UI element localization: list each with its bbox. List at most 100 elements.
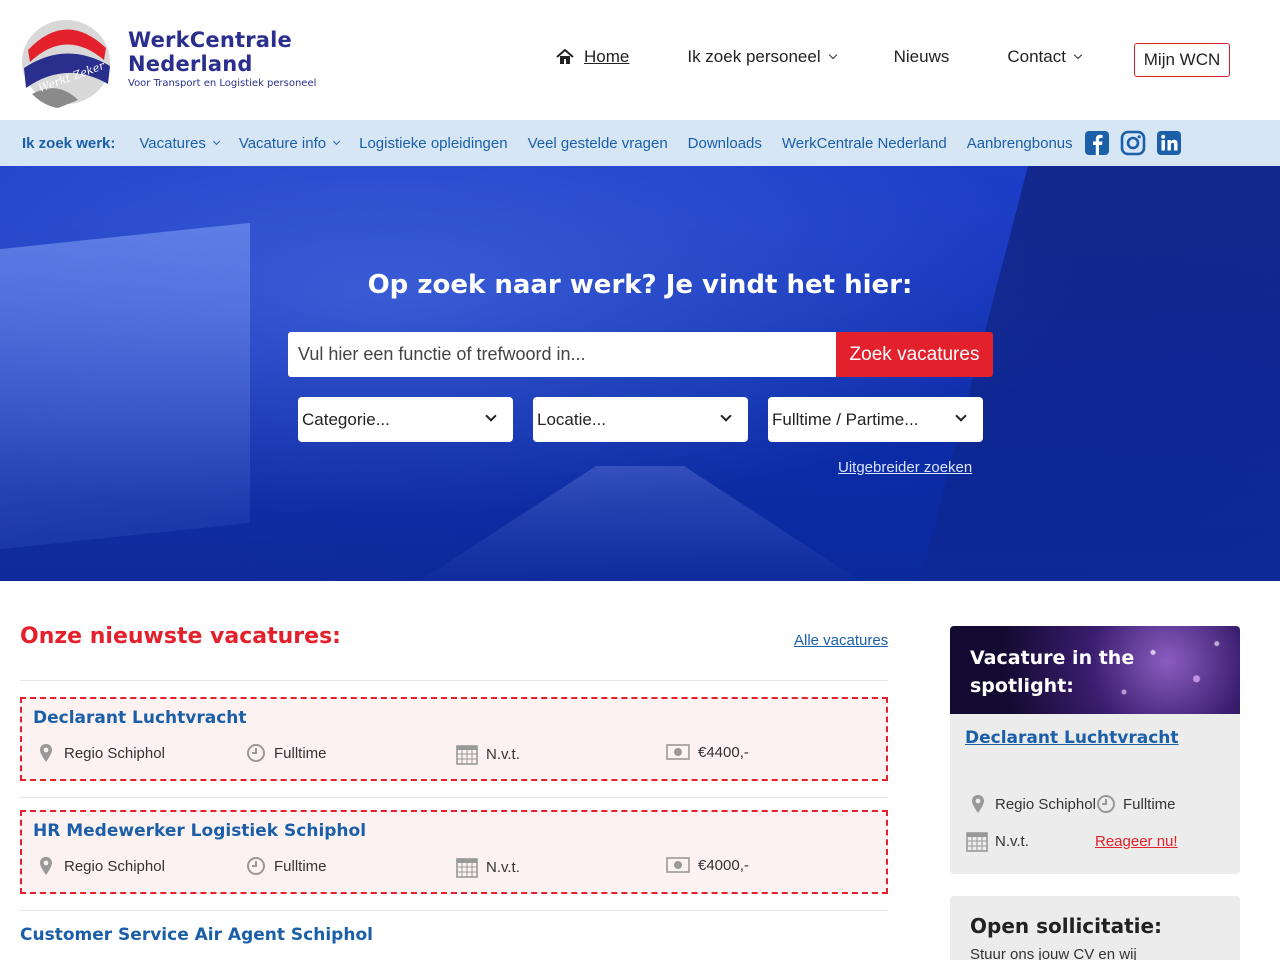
hours-select[interactable]: Fulltime / Partime...	[768, 397, 983, 442]
open-application-card: Open sollicitatie: Stuur ons jouw CV en …	[950, 896, 1240, 960]
calendar-icon	[456, 745, 478, 765]
job-title[interactable]: Declarant Luchtvracht	[33, 708, 247, 728]
react-now-link[interactable]: Reageer nu!	[1095, 833, 1178, 850]
subnav-item-werkcentrale[interactable]: WerkCentrale Nederland	[782, 135, 947, 152]
divider	[20, 797, 888, 798]
spotlight-date: N.v.t.	[966, 830, 1029, 852]
brand-tagline: Voor Transport en Logistiek personeel	[128, 78, 317, 89]
job-card[interactable]: Customer Service Air Agent Schiphol	[20, 916, 888, 960]
job-hours: Fulltime	[246, 743, 327, 763]
divider	[20, 680, 888, 681]
location-pin-icon	[972, 795, 984, 813]
subnav-item-opleidingen[interactable]: Logistieke opleidingen	[359, 135, 507, 152]
job-salary: €4000,-	[666, 856, 749, 874]
chevron-down-icon	[955, 410, 967, 422]
open-application-title: Open sollicitatie:	[970, 914, 1163, 938]
job-location: Regio Schiphol	[36, 856, 165, 876]
social-links	[1084, 130, 1182, 156]
werkcentrale-logo[interactable]: Werkt Zeker	[18, 10, 114, 110]
job-date: N.v.t.	[456, 856, 520, 878]
subnav-vacature-info-label: Vacature info	[238, 134, 327, 152]
search-input[interactable]	[288, 332, 836, 377]
subnav-item-vacature-info[interactable]: Vacature info	[238, 134, 341, 152]
spotlight-header: Vacature in the spotlight:	[950, 626, 1240, 714]
hours-select-value: Fulltime / Partime...	[772, 409, 919, 429]
spotlight-hours: Fulltime	[1096, 794, 1176, 814]
all-vacancies-link[interactable]: Alle vacatures	[794, 632, 888, 649]
nav-personeel-label: Ik zoek personeel	[687, 47, 821, 66]
job-date-text: N.v.t.	[486, 858, 520, 876]
brand[interactable]: WerkCentrale Nederland Voor Transport en…	[128, 28, 316, 89]
mijn-wcn-button[interactable]: Mijn WCN	[1134, 43, 1230, 77]
job-card[interactable]: HR Medewerker Logistiek Schiphol Regio S…	[20, 810, 888, 894]
job-hours-text: Fulltime	[274, 744, 327, 762]
chevron-down-icon	[828, 50, 837, 60]
spotlight-job-link[interactable]: Declarant Luchtvracht	[965, 728, 1179, 748]
brand-name-line1: WerkCentrale	[128, 28, 292, 52]
nav-contact-label: Contact	[1007, 47, 1066, 66]
hero-title: Op zoek naar werk? Je vindt het hier:	[367, 270, 913, 300]
subnav-item-faq[interactable]: Veel gestelde vragen	[528, 135, 668, 152]
job-salary-text: €4000,-	[698, 856, 749, 874]
spotlight-date-text: N.v.t.	[995, 832, 1029, 850]
job-date: N.v.t.	[456, 743, 520, 765]
facebook-icon[interactable]	[1084, 130, 1110, 156]
subnav-item-aanbrengbonus[interactable]: Aanbrengbonus	[967, 135, 1073, 152]
nav-nieuws[interactable]: Nieuws	[894, 47, 950, 67]
job-location-text: Regio Schiphol	[64, 744, 165, 762]
money-icon	[666, 744, 690, 760]
subnav-vacatures-label: Vacatures	[139, 134, 206, 152]
nav-home[interactable]: Home	[556, 47, 629, 67]
job-title[interactable]: HR Medewerker Logistiek Schiphol	[33, 821, 366, 841]
home-icon	[556, 49, 574, 64]
subnav-lead: Ik zoek werk:	[22, 134, 116, 152]
location-select[interactable]: Locatie...	[533, 397, 748, 442]
chevron-down-icon	[720, 410, 732, 422]
subnav-item-vacatures[interactable]: Vacatures	[139, 134, 220, 152]
spotlight-card: Vacature in the spotlight: Declarant Luc…	[950, 626, 1240, 874]
nav-home-label: Home	[584, 47, 630, 66]
chevron-down-icon	[485, 410, 497, 422]
clock-icon	[247, 857, 265, 875]
spotlight-hours-text: Fulltime	[1123, 795, 1176, 813]
chevron-down-icon	[333, 137, 341, 146]
location-pin-icon	[40, 857, 52, 875]
category-select[interactable]: Categorie...	[298, 397, 513, 442]
hero-banner: Op zoek naar werk? Je vindt het hier: Zo…	[0, 166, 1280, 581]
location-select-value: Locatie...	[537, 409, 606, 429]
job-hours: Fulltime	[246, 856, 327, 876]
job-hours-text: Fulltime	[274, 857, 327, 875]
calendar-icon	[456, 858, 478, 878]
nav-ik-zoek-personeel[interactable]: Ik zoek personeel	[687, 47, 837, 67]
job-salary-text: €4400,-	[698, 743, 749, 761]
clock-icon	[1097, 795, 1115, 813]
search-button[interactable]: Zoek vacatures	[836, 332, 993, 377]
clock-icon	[247, 744, 265, 762]
money-icon	[666, 857, 690, 873]
chevron-down-icon	[1073, 50, 1083, 60]
jobs-section-title: Onze nieuwste vacatures:	[20, 624, 341, 649]
nav-contact[interactable]: Contact	[1007, 47, 1083, 67]
spotlight-location-text: Regio Schiphol	[995, 795, 1096, 813]
main-navigation: Home Ik zoek personeel Nieuws Contact	[556, 47, 1139, 67]
subnav-item-downloads[interactable]: Downloads	[688, 135, 762, 152]
brand-name-line2: Nederland	[128, 52, 253, 76]
instagram-icon[interactable]	[1120, 130, 1146, 156]
job-title[interactable]: Customer Service Air Agent Schiphol	[20, 925, 373, 945]
hero-runway-graphic	[420, 466, 860, 581]
open-application-text: Stuur ons jouw CV en wij	[970, 946, 1137, 960]
category-select-value: Categorie...	[302, 409, 390, 429]
spotlight-title: Vacature in the spotlight:	[970, 647, 1135, 697]
location-pin-icon	[40, 744, 52, 762]
job-location-text: Regio Schiphol	[64, 857, 165, 875]
linkedin-icon[interactable]	[1156, 130, 1182, 156]
spotlight-location: Regio Schiphol	[968, 794, 1096, 814]
job-card[interactable]: Declarant Luchtvracht Regio Schiphol Ful…	[20, 697, 888, 781]
chevron-down-icon	[212, 137, 220, 146]
job-location: Regio Schiphol	[36, 743, 165, 763]
site-header: Werkt Zeker WerkCentrale Nederland Voor …	[0, 0, 1280, 120]
divider	[20, 910, 888, 911]
advanced-search-link[interactable]: Uitgebreider zoeken	[838, 459, 972, 476]
job-date-text: N.v.t.	[486, 745, 520, 763]
nav-nieuws-label: Nieuws	[893, 47, 950, 66]
